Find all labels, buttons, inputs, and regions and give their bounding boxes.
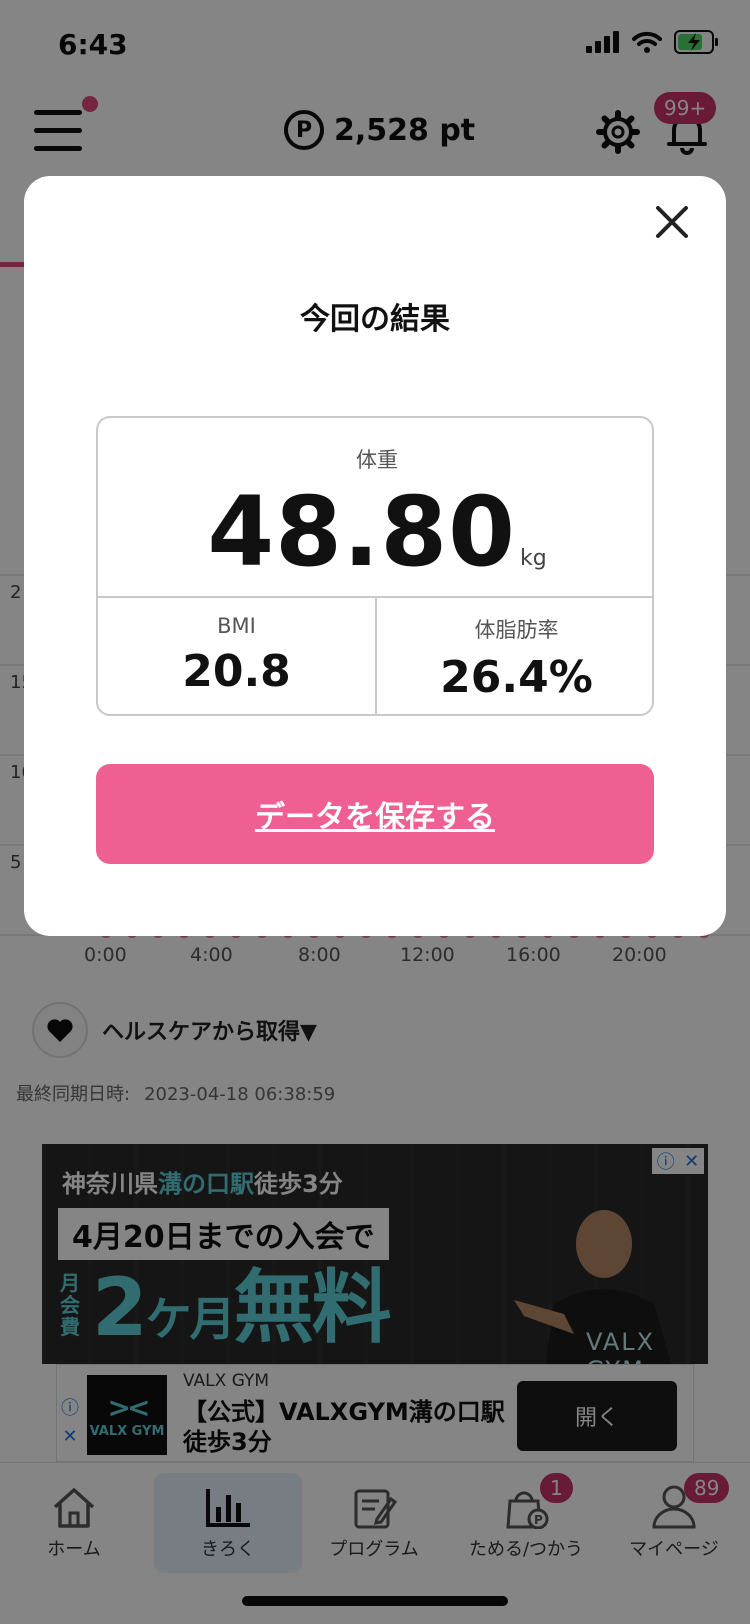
weight-label: 体重 [356, 448, 398, 472]
close-icon[interactable] [650, 200, 694, 244]
body-fat-value: 26.4% [440, 652, 593, 703]
bmi-value: 20.8 [182, 646, 291, 697]
result-card: 体重 48.80 kg BMI 20.8 体脂肪率 26.4% [96, 416, 654, 716]
body-fat-label: 体脂肪率 [474, 618, 559, 642]
weight-section: 体重 48.80 kg [98, 418, 652, 598]
body-fat-section: 体脂肪率 26.4% [377, 598, 652, 714]
save-data-button[interactable]: データを保存する [96, 764, 654, 864]
weight-value: 48.80 [207, 476, 516, 588]
weight-unit: kg [519, 546, 547, 571]
modal-title: 今回の結果 [300, 302, 450, 337]
bmi-section: BMI 20.8 [98, 598, 377, 714]
weight-display: 48.80 kg [98, 476, 652, 588]
result-modal: 今回の結果 体重 48.80 kg BMI 20.8 体脂肪率 26.4% データ… [24, 176, 726, 936]
bmi-label: BMI [217, 614, 256, 638]
